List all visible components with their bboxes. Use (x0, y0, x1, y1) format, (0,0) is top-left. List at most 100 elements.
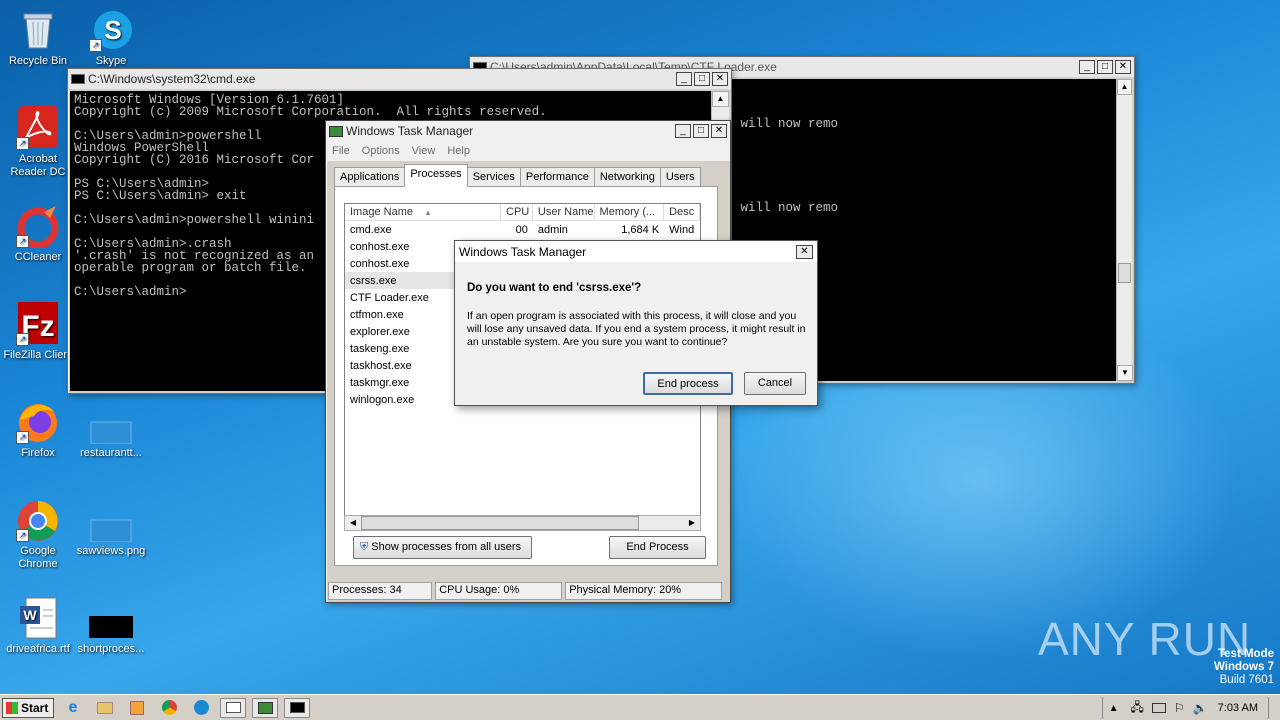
desktop-icon-label: Firefox (21, 447, 55, 459)
dialog-titlebar[interactable]: Windows Task Manager ✕ (455, 241, 817, 262)
maximize-button[interactable]: □ (694, 72, 710, 86)
process-cell-cpu: 00 (515, 223, 528, 236)
desktop-icon-recycle-bin[interactable]: Recycle Bin (0, 8, 76, 68)
end-process-button[interactable]: End Process (609, 536, 706, 559)
desktop-icon-label: FileZilla Client (3, 349, 73, 361)
scroll-left-arrow[interactable]: ◀ (345, 516, 361, 530)
desktop-icon-label: driveafrica.rtf (6, 643, 70, 655)
status-processes: Processes: 34 (328, 582, 433, 600)
dialog-close-button[interactable]: ✕ (796, 244, 813, 259)
desktop-icon-label: sawviews.png (76, 545, 146, 557)
tab-networking[interactable]: Networking (593, 167, 661, 187)
tray-network-icon[interactable]: 🖧 (1131, 698, 1144, 719)
task-manager-titlebar[interactable]: Windows Task Manager _ □ ✕ (326, 121, 730, 141)
desktop-icon-skype[interactable]: S ↗ Skype (73, 8, 149, 68)
column-description[interactable]: Desc (664, 204, 700, 220)
process-list-hscrollbar[interactable]: ◀ ▶ (344, 515, 701, 531)
start-label: Start (21, 700, 49, 715)
taskbar-chrome-icon[interactable] (156, 698, 182, 718)
column-cpu[interactable]: CPU (501, 204, 533, 220)
desktop-icon-driveafrica[interactable]: W driveafrica.rtf (0, 596, 76, 656)
start-button[interactable]: Start (2, 697, 54, 718)
maximize-button[interactable]: □ (1097, 60, 1113, 74)
end-process-dialog[interactable]: Windows Task Manager ✕ Do you want to en… (454, 240, 818, 406)
menu-help[interactable]: Help (447, 145, 470, 157)
desktop-icon-label: Google Chrome (18, 545, 58, 570)
desktop-icon-sawviews[interactable]: sawviews.png (73, 498, 149, 558)
close-button[interactable]: ✕ (711, 124, 727, 138)
dialog-title: Windows Task Manager (459, 244, 587, 259)
scroll-up-arrow[interactable]: ▲ (712, 91, 729, 107)
status-memory: Physical Memory: 20% (565, 582, 722, 600)
desktop-icon-label: shortproces... (77, 643, 145, 655)
tab-processes[interactable]: Processes (404, 164, 468, 187)
scroll-thumb[interactable] (361, 516, 639, 530)
tray-expand-icon[interactable]: ▲ (1109, 703, 1119, 714)
close-button[interactable]: ✕ (712, 72, 728, 86)
shortcut-arrow-icon: ↗ (16, 529, 29, 542)
recycle-bin-icon (16, 8, 60, 52)
column-user-name[interactable]: User Name (533, 204, 595, 220)
system-tray: ▲ 🖧 ⚐ 🔈 7:03 AM (1101, 697, 1280, 719)
minimize-button[interactable]: _ (675, 124, 691, 138)
shortcut-arrow-icon: ↗ (16, 235, 29, 248)
desktop-icon-label: Acrobat Reader DC (10, 153, 66, 178)
taskbar-edge-icon[interactable] (188, 698, 214, 718)
menu-file[interactable]: File (332, 145, 350, 157)
tray-volume-icon[interactable]: 🔈 (1193, 701, 1208, 715)
tray-flag-icon[interactable]: ⚐ (1174, 701, 1185, 715)
desktop-icon-shortprocess[interactable]: shortproces... (73, 596, 149, 656)
cmd-titlebar[interactable]: C:\Windows\system32\cmd.exe _ □ ✕ (68, 69, 731, 89)
show-desktop-button[interactable] (1268, 697, 1280, 719)
desktop-icon-chrome[interactable]: ↗ Google Chrome (0, 498, 76, 571)
cancel-button[interactable]: Cancel (744, 372, 806, 395)
desktop-icon-acrobat[interactable]: ↗ Acrobat Reader DC (0, 106, 76, 179)
tab-performance[interactable]: Performance (519, 167, 595, 187)
desktop-icon-firefox[interactable]: ↗ Firefox (0, 400, 76, 460)
close-button[interactable]: ✕ (1115, 60, 1131, 74)
cmd-app-icon (71, 74, 85, 84)
taskbar-explorer-icon[interactable] (92, 698, 118, 718)
confirm-end-process-button[interactable]: End process (643, 372, 733, 395)
desktop-icon-restaurant[interactable]: restaurantt... (73, 400, 149, 460)
taskbar-ie-icon[interactable]: e (60, 698, 86, 718)
tab-applications[interactable]: Applications (334, 167, 406, 187)
dialog-body: If an open program is associated with th… (467, 310, 806, 348)
clock[interactable]: 7:03 AM (1218, 702, 1258, 714)
process-row[interactable]: cmd.exe 00 admin 1,684 K Wind (345, 221, 700, 238)
show-all-users-button[interactable]: ⛨ Show processes from all users (353, 536, 532, 559)
maximize-button[interactable]: □ (693, 124, 709, 138)
taskbar-ctf-loader-icon[interactable] (220, 697, 246, 718)
blank-file-icon (89, 400, 133, 445)
column-memory[interactable]: Memory (... (595, 204, 665, 220)
ctf-scrollbar[interactable]: ▲ ▼ (1116, 79, 1133, 381)
tray-monitor-icon[interactable] (1151, 703, 1166, 713)
minimize-button[interactable]: _ (1079, 60, 1095, 74)
desktop-icon-label: restaurantt... (80, 447, 142, 459)
taskbar-cmd-icon[interactable] (284, 697, 310, 718)
desktop-icon-filezilla[interactable]: Fz ↗ FileZilla Client (0, 302, 76, 362)
firefox-icon: ↗ (16, 400, 60, 444)
menu-options[interactable]: Options (362, 145, 400, 157)
black-file-icon (89, 596, 133, 640)
taskbar-task-manager-icon[interactable] (252, 697, 278, 718)
column-image-name[interactable]: Image Name ▲ (345, 204, 502, 220)
windows-logo-icon (6, 701, 18, 714)
status-cpu: CPU Usage: 0% (435, 582, 563, 600)
taskbar-media-player-icon[interactable] (124, 698, 150, 718)
shortcut-arrow-icon: ↗ (16, 431, 29, 444)
scroll-thumb[interactable] (1118, 263, 1131, 283)
process-cell-desc: Wind (669, 223, 695, 236)
tab-users[interactable]: Users (659, 167, 701, 187)
desktop-icon-label: Recycle Bin (8, 55, 68, 67)
tab-services[interactable]: Services (466, 167, 521, 187)
image-file-icon (89, 498, 133, 543)
taskbar: Start e ▲ 🖧 ⚐ 🔈 7:03 AM (0, 694, 1280, 720)
menu-view[interactable]: View (412, 145, 436, 157)
scroll-up-arrow[interactable]: ▲ (1117, 79, 1132, 95)
minimize-button[interactable]: _ (676, 72, 692, 86)
desktop-icon-ccleaner[interactable]: ↗ CCleaner (0, 204, 76, 264)
scroll-down-arrow[interactable]: ▼ (1117, 365, 1133, 381)
window-title: C:\Windows\system32\cmd.exe (88, 72, 256, 86)
scroll-right-arrow[interactable]: ▶ (684, 516, 700, 530)
